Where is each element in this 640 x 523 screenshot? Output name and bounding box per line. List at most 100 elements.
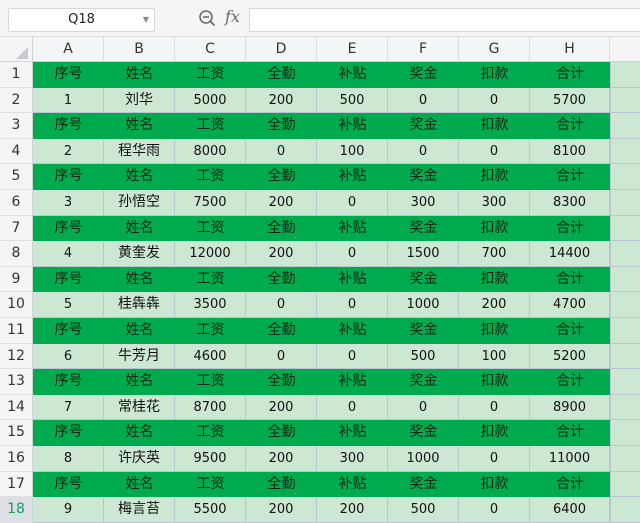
header-cell[interactable]: 姓名	[104, 420, 175, 446]
data-cell[interactable]: 0	[459, 446, 530, 472]
header-cell[interactable]: 全勤	[246, 62, 317, 88]
row-header-1[interactable]: 1	[0, 62, 33, 88]
empty-cell-i[interactable]	[610, 446, 640, 472]
header-cell[interactable]: 扣款	[459, 266, 530, 293]
header-cell[interactable]: 姓名	[104, 369, 175, 395]
row-header-14[interactable]: 14	[0, 394, 33, 421]
row-header-5[interactable]: 5	[0, 164, 33, 190]
header-cell[interactable]: 序号	[33, 420, 104, 446]
header-cell[interactable]: 奖金	[388, 471, 459, 498]
empty-cell-i[interactable]	[610, 113, 640, 139]
data-cell[interactable]: 3500	[175, 292, 246, 318]
header-cell[interactable]: 全勤	[246, 471, 317, 498]
header-cell[interactable]: 补贴	[317, 113, 388, 139]
empty-cell-i[interactable]	[610, 343, 640, 370]
empty-cell-i[interactable]	[610, 394, 640, 421]
header-cell[interactable]: 序号	[33, 62, 104, 88]
header-cell[interactable]: 合计	[530, 113, 610, 139]
header-cell[interactable]: 合计	[530, 420, 610, 446]
column-header-d[interactable]: D	[246, 37, 317, 62]
header-cell[interactable]: 合计	[530, 471, 610, 498]
data-cell[interactable]: 700	[459, 241, 530, 267]
header-cell[interactable]: 扣款	[459, 369, 530, 395]
column-header-e[interactable]: E	[317, 37, 388, 62]
header-cell[interactable]: 合计	[530, 318, 610, 344]
header-cell[interactable]: 扣款	[459, 471, 530, 498]
header-cell[interactable]: 工资	[175, 471, 246, 498]
row-header-17[interactable]: 17	[0, 471, 33, 498]
row-header-18[interactable]: 18	[0, 497, 33, 523]
empty-cell-i[interactable]	[610, 369, 640, 395]
fx-icon[interactable]: fx	[225, 7, 240, 26]
header-cell[interactable]: 扣款	[459, 420, 530, 446]
header-cell[interactable]: 姓名	[104, 318, 175, 344]
header-cell[interactable]: 序号	[33, 318, 104, 344]
header-cell[interactable]: 奖金	[388, 164, 459, 190]
data-cell[interactable]: 5200	[530, 343, 610, 370]
header-cell[interactable]: 姓名	[104, 266, 175, 293]
header-cell[interactable]: 奖金	[388, 62, 459, 88]
header-cell[interactable]: 合计	[530, 62, 610, 88]
empty-cell-i[interactable]	[610, 241, 640, 267]
data-cell[interactable]: 0	[317, 241, 388, 267]
data-cell[interactable]: 9500	[175, 446, 246, 472]
header-cell[interactable]: 扣款	[459, 318, 530, 344]
data-cell[interactable]: 0	[317, 292, 388, 318]
header-cell[interactable]: 工资	[175, 164, 246, 190]
data-cell[interactable]: 8700	[175, 394, 246, 421]
data-cell[interactable]: 200	[246, 394, 317, 421]
data-cell[interactable]: 孙悟空	[104, 190, 175, 216]
column-header-h[interactable]: H	[530, 37, 610, 62]
row-header-7[interactable]: 7	[0, 215, 33, 242]
data-cell[interactable]: 8300	[530, 190, 610, 216]
header-cell[interactable]: 全勤	[246, 215, 317, 242]
header-cell[interactable]: 奖金	[388, 420, 459, 446]
data-cell[interactable]: 8	[33, 446, 104, 472]
data-cell[interactable]: 0	[246, 343, 317, 370]
header-cell[interactable]: 工资	[175, 266, 246, 293]
data-cell[interactable]: 0	[388, 87, 459, 114]
header-cell[interactable]: 工资	[175, 369, 246, 395]
column-header-g[interactable]: G	[459, 37, 530, 62]
header-cell[interactable]: 序号	[33, 113, 104, 139]
data-cell[interactable]: 5700	[530, 87, 610, 114]
empty-cell-i[interactable]	[610, 190, 640, 216]
header-cell[interactable]: 合计	[530, 266, 610, 293]
header-cell[interactable]: 补贴	[317, 62, 388, 88]
header-cell[interactable]: 全勤	[246, 318, 317, 344]
data-cell[interactable]: 0	[388, 138, 459, 165]
header-cell[interactable]: 奖金	[388, 215, 459, 242]
row-header-2[interactable]: 2	[0, 87, 33, 114]
header-cell[interactable]: 序号	[33, 215, 104, 242]
header-cell[interactable]: 补贴	[317, 420, 388, 446]
header-cell[interactable]: 序号	[33, 369, 104, 395]
header-cell[interactable]: 奖金	[388, 318, 459, 344]
header-cell[interactable]: 工资	[175, 215, 246, 242]
data-cell[interactable]: 黄奎发	[104, 241, 175, 267]
data-cell[interactable]: 1000	[388, 446, 459, 472]
header-cell[interactable]: 工资	[175, 113, 246, 139]
header-cell[interactable]: 全勤	[246, 164, 317, 190]
data-cell[interactable]: 5500	[175, 497, 246, 523]
data-cell[interactable]: 4700	[530, 292, 610, 318]
header-cell[interactable]: 奖金	[388, 369, 459, 395]
data-cell[interactable]: 5	[33, 292, 104, 318]
empty-cell-i[interactable]	[610, 318, 640, 344]
data-cell[interactable]: 200	[246, 190, 317, 216]
column-header-c[interactable]: C	[175, 37, 246, 62]
empty-cell-i[interactable]	[610, 497, 640, 523]
data-cell[interactable]: 7	[33, 394, 104, 421]
data-cell[interactable]: 2	[33, 138, 104, 165]
header-cell[interactable]: 序号	[33, 471, 104, 498]
data-cell[interactable]: 9	[33, 497, 104, 523]
data-cell[interactable]: 0	[246, 138, 317, 165]
data-cell[interactable]: 梅言苔	[104, 497, 175, 523]
data-cell[interactable]: 4	[33, 241, 104, 267]
header-cell[interactable]: 姓名	[104, 113, 175, 139]
row-header-11[interactable]: 11	[0, 318, 33, 344]
header-cell[interactable]: 姓名	[104, 62, 175, 88]
data-cell[interactable]: 8100	[530, 138, 610, 165]
header-cell[interactable]: 补贴	[317, 215, 388, 242]
formula-input[interactable]	[249, 8, 640, 32]
chevron-down-icon[interactable]: ▼	[143, 9, 149, 31]
